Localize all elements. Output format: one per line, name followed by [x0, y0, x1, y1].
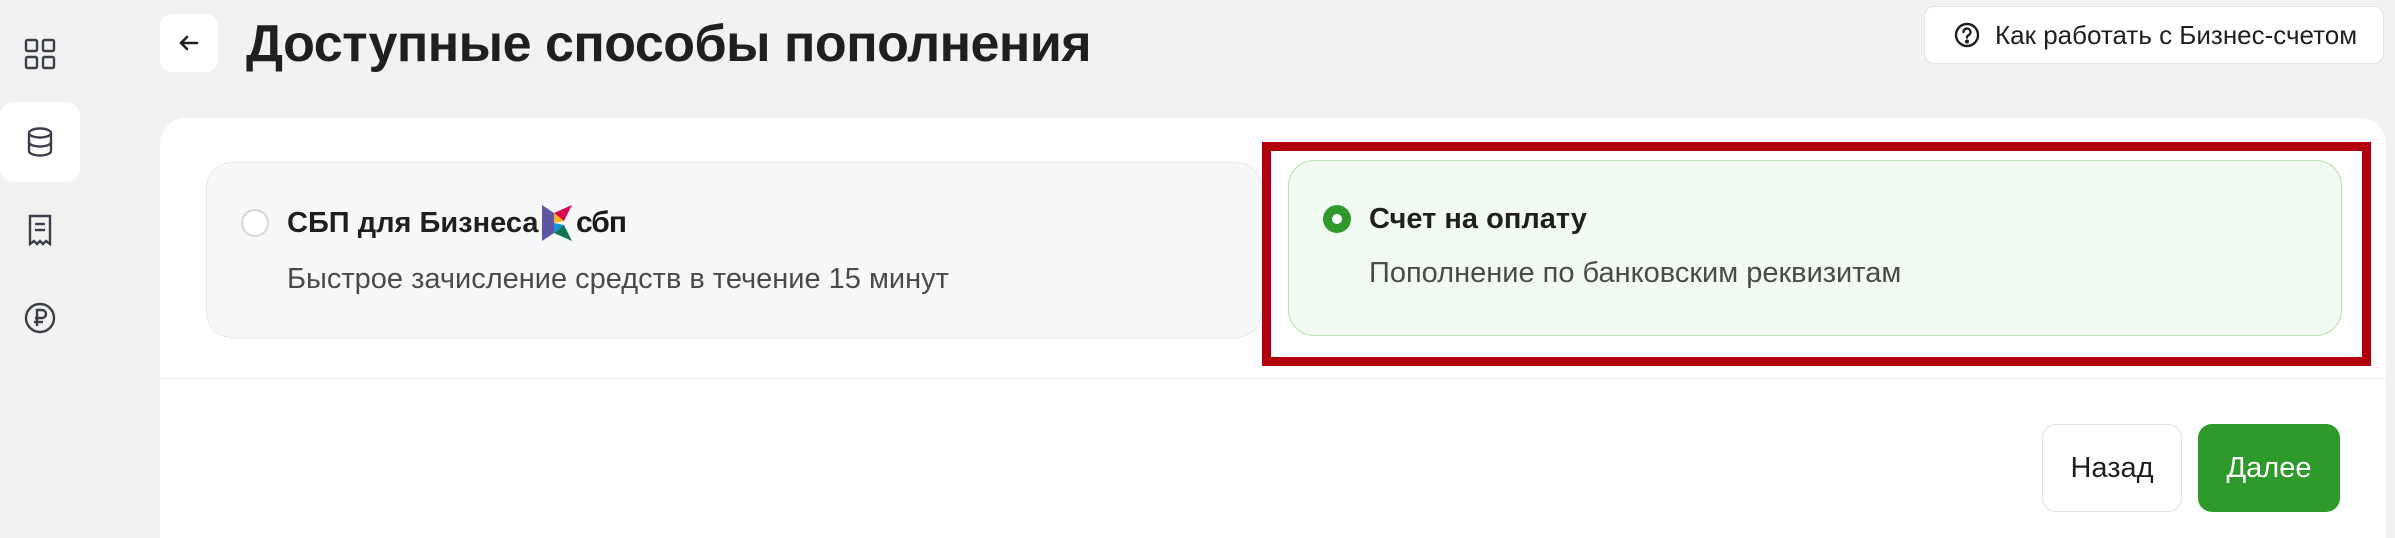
divider [160, 378, 2386, 379]
sidebar-item-dashboard[interactable] [0, 14, 80, 94]
option-sbp-title: СБП для Бизнеса [287, 207, 539, 239]
sbp-logo-text: сбп [576, 206, 627, 239]
sidebar [0, 0, 80, 537]
sidebar-item-payments[interactable] [0, 278, 80, 358]
option-sbp-description: Быстрое зачисление средств в течение 15 … [287, 263, 949, 295]
option-invoice-description: Пополнение по банковским реквизитам [1369, 257, 1902, 289]
radio-invoice[interactable] [1323, 205, 1351, 233]
sidebar-item-documents[interactable] [0, 190, 80, 270]
database-icon [27, 127, 53, 157]
document-icon [28, 214, 52, 247]
back-arrow-button[interactable] [160, 14, 218, 72]
option-invoice-title: Счет на оплату [1369, 203, 1587, 235]
sbp-logo-icon [542, 205, 572, 241]
radio-sbp[interactable] [241, 209, 269, 237]
page-title: Доступные способы пополнения [246, 15, 1092, 73]
back-button[interactable]: Назад [2042, 424, 2182, 512]
arrow-left-icon [179, 35, 199, 51]
sbp-logo: сбп [540, 199, 627, 247]
help-button[interactable]: Как работать с Бизнес-счетом [1924, 6, 2384, 64]
question-circle-icon [1954, 22, 1980, 48]
ruble-icon [24, 302, 56, 334]
next-button[interactable]: Далее [2198, 424, 2340, 512]
help-button-label: Как работать с Бизнес-счетом [1995, 19, 2358, 50]
grid-icon [24, 38, 56, 70]
sidebar-item-accounts[interactable] [0, 102, 80, 182]
option-invoice[interactable]: Счет на оплату Пополнение по банковским … [1288, 160, 2342, 336]
option-sbp[interactable]: СБП для Бизнеса сбп Быстрое зачисление с… [206, 162, 1262, 338]
